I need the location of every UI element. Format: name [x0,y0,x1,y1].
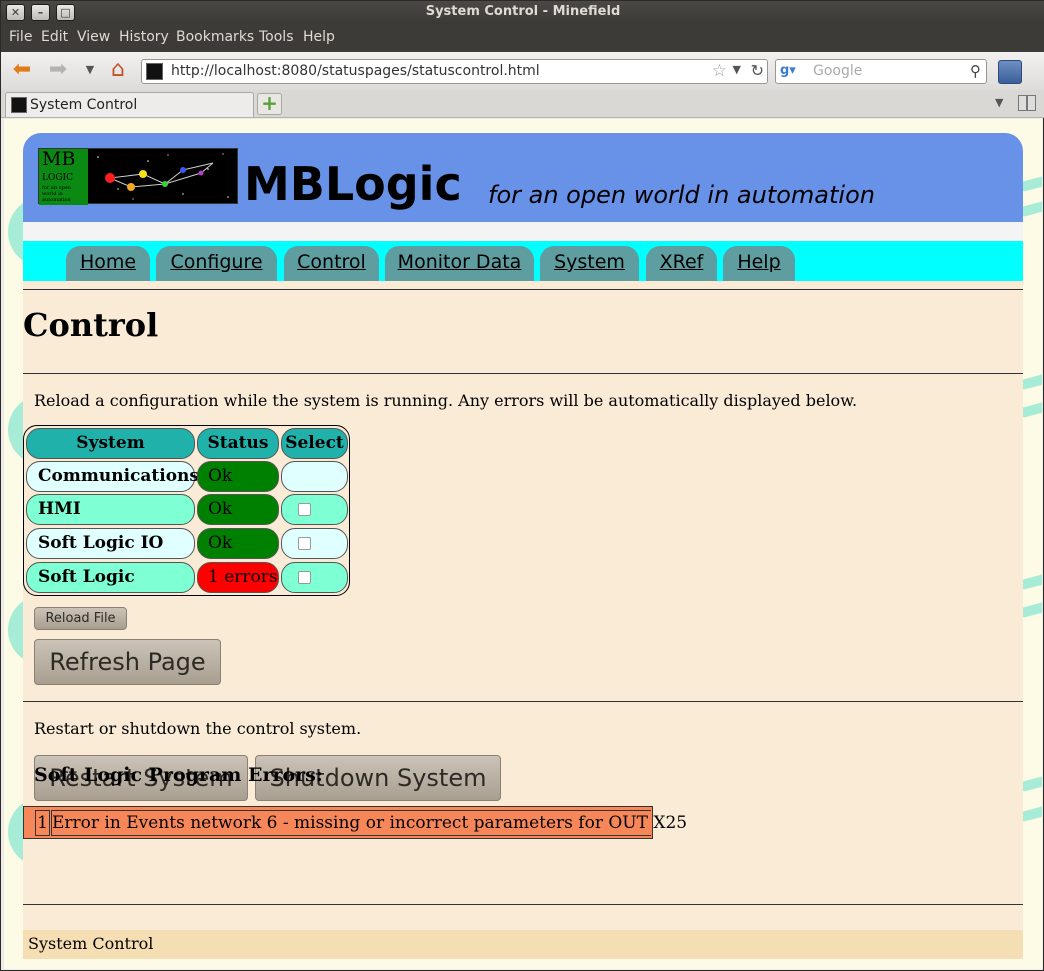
url-dropdown-icon[interactable]: ▼ [733,63,741,76]
history-dropdown-icon[interactable]: ▼ [77,58,103,84]
home-icon[interactable]: ⌂ [105,58,131,84]
tab-favicon-icon [11,97,27,113]
menu-bookmarks[interactable]: Bookmarks [176,29,254,45]
page-footer: System Control [23,930,1023,959]
divider [23,289,1023,290]
back-arrow-icon[interactable]: ⬅ [9,58,35,84]
error-row: 1 Error in Events network 6 - missing or… [23,806,687,839]
tab-list-dropdown-icon[interactable]: ▼ [995,96,1003,109]
site-nav: Home Configure Control Monitor Data Syst… [23,241,1023,281]
search-placeholder: Google [813,63,863,79]
select-cell [281,562,348,593]
logo-badge: MB LOGIC for an open world in automation [39,149,88,205]
menu-view[interactable]: View [77,29,110,45]
nav-configure[interactable]: Configure [156,246,277,281]
nav-system[interactable]: System [540,246,639,281]
column-header-system: System [26,428,195,459]
reload-icon[interactable]: ↻ [751,61,764,80]
nav-help[interactable]: Help [723,246,795,281]
bookmark-star-icon[interactable]: ☆ [712,61,727,81]
header-gap [23,222,1023,241]
select-soft-logic-io-checkbox[interactable] [298,537,311,550]
refresh-page-button[interactable]: Refresh Page [34,639,221,685]
menu-help[interactable]: Help [303,29,335,45]
select-cell [281,528,348,559]
error-number: 1 [35,810,50,836]
navigation-toolbar: ⬅ ➡ ▼ ⌂ http://localhost:8080/statuspage… [1,52,1044,90]
status-table: System Status Select Communications Ok H… [23,425,350,596]
logo-text: MB [42,148,76,170]
status-cell: Ok [197,528,279,559]
select-cell [281,494,348,525]
column-header-status: Status [197,428,279,459]
page-container: MB LOGIC for an open world in automation [23,133,1023,969]
errors-title: Soft Logic Program Errors: [34,764,323,786]
column-header-select: Select [281,428,348,459]
system-name-cell: Soft Logic IO [26,528,195,559]
site-favicon-icon [146,63,163,80]
divider [23,701,1023,702]
divider [23,373,1023,374]
select-cell [281,461,348,492]
menu-tools[interactable]: Tools [259,29,294,45]
title-bar: ✕ – □ System Control - Minefield [1,1,1044,24]
nav-monitor-data[interactable]: Monitor Data [385,246,534,281]
status-cell: Ok [197,461,279,492]
site-tagline: for an open world in automation [488,181,875,209]
url-bar[interactable]: http://localhost:8080/statuspages/status… [141,59,768,84]
reload-file-button[interactable]: Reload File [34,607,127,630]
mblogic-logo: MB LOGIC for an open world in automation [38,148,238,205]
addon-star-icon[interactable] [998,60,1022,84]
new-tab-plus-icon[interactable]: + [257,93,282,115]
tab-system-control[interactable]: System Control [5,92,254,117]
window-title: System Control - Minefield [425,4,621,19]
select-soft-logic-checkbox[interactable] [298,571,311,584]
logo-constellation-graphic [97,153,229,200]
logo-tagline: for an open world in automation [42,185,72,203]
system-name-cell: Soft Logic [26,562,195,593]
system-name-cell: Communications [26,461,199,492]
menu-bar: File Edit View History Bookmarks Tools H… [1,24,1044,52]
intro-text: Reload a configuration while the system … [34,391,858,410]
tab-label: System Control [30,97,138,113]
site-title: MBLogic [244,157,462,211]
system-name-cell: HMI [26,494,195,525]
menu-edit[interactable]: Edit [41,29,68,45]
nav-home[interactable]: Home [66,246,150,281]
nav-control[interactable]: Control [284,246,379,281]
status-cell: Ok [197,494,279,525]
select-hmi-checkbox[interactable] [298,503,311,516]
logo-subtext: LOGIC [42,173,73,183]
nav-xref[interactable]: XRef [646,246,717,281]
menu-history[interactable]: History [119,29,169,45]
status-cell-error: 1 errors [197,562,279,593]
forward-arrow-icon[interactable]: ➡ [45,58,71,84]
browser-window: ✕ – □ System Control - Minefield File Ed… [0,0,1044,971]
site-header: MB LOGIC for an open world in automation [23,133,1023,222]
tab-bar: System Control + ▼ [1,90,1044,118]
main-content: Control Reload a configuration while the… [23,281,1023,931]
url-text[interactable]: http://localhost:8080/statuspages/status… [171,63,540,79]
error-message: Error in Events network 6 - missing or i… [51,810,687,836]
tab-groups-icon[interactable] [1018,95,1036,111]
restart-text: Restart or shutdown the control system. [34,719,362,738]
divider [23,904,1023,905]
search-bar[interactable]: g▾ Google ⚲ [775,59,987,84]
page-viewport: MB LOGIC for an open world in automation [4,119,1042,969]
search-icon[interactable]: ⚲ [970,62,981,80]
menu-file[interactable]: File [9,29,32,45]
page-title: Control [23,306,159,344]
google-engine-icon[interactable]: g▾ [780,63,796,79]
